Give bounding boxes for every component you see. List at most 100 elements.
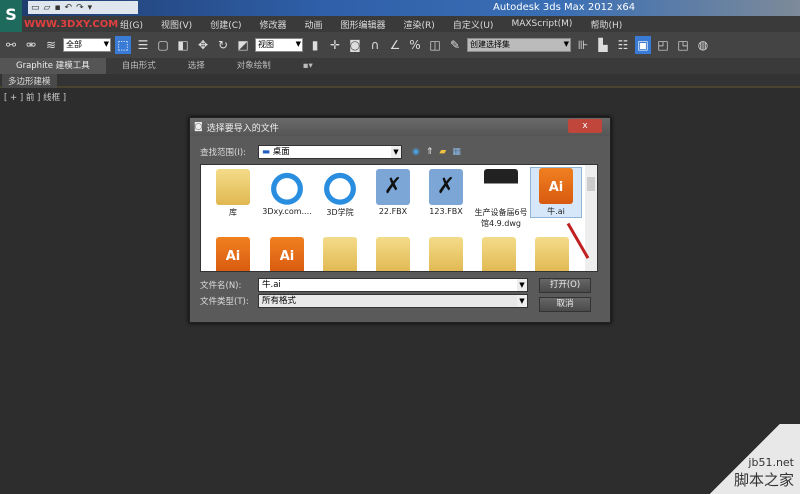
ribbon-options-icon[interactable]: ▪▾ (287, 58, 329, 74)
look-in-select[interactable]: ▬ 桌面 ▼ (258, 145, 402, 159)
save-icon[interactable]: ▪ (54, 3, 60, 13)
undo-icon[interactable]: ↶ (65, 3, 73, 13)
ai-file-icon: Ai (539, 168, 573, 204)
menu-customize[interactable]: 自定义(U) (453, 18, 494, 31)
percent-snap-icon[interactable]: % (407, 36, 423, 54)
up-folder-icon[interactable]: ⇑ (426, 147, 434, 157)
window-crossing-icon[interactable]: ◧ (175, 36, 191, 54)
filetype-value: 所有格式 (262, 296, 297, 306)
filetype-select[interactable]: 所有格式 ▼ (258, 294, 528, 308)
select-object-icon[interactable]: ⬚ (115, 36, 131, 54)
app-logo[interactable]: S (0, 0, 22, 32)
reference-coordinate-select[interactable]: 视图 (255, 38, 303, 52)
polygon-modeling-panel[interactable]: 多边形建模 (2, 74, 57, 88)
menu-create[interactable]: 创建(C) (210, 18, 241, 31)
file-item-selected[interactable]: Ai 牛.ai (530, 167, 582, 218)
fbx-file-icon: ✗ (376, 169, 410, 205)
app-icon: ◙ (194, 122, 203, 132)
file-item[interactable] (473, 237, 525, 271)
file-item[interactable] (314, 237, 366, 271)
menu-group[interactable]: 组(G) (120, 18, 143, 31)
select-by-name-icon[interactable]: ☰ (135, 36, 151, 54)
align-icon[interactable]: ▙ (595, 36, 611, 54)
spinner-snap-icon[interactable]: ◫ (427, 36, 443, 54)
new-folder-icon[interactable]: ▰ (439, 147, 446, 157)
scrollbar-thumb[interactable] (587, 177, 595, 191)
menu-modifiers[interactable]: 修改器 (260, 18, 287, 31)
named-selection-select[interactable]: 创建选择集 (467, 38, 571, 52)
graphite-toggle-icon[interactable]: ▣ (635, 36, 651, 54)
look-in-value: 桌面 (272, 147, 290, 157)
redo-icon[interactable]: ↷ (76, 3, 84, 13)
filetype-label: 文件类型(T): (200, 297, 249, 307)
folder-icon (376, 237, 410, 271)
watermark: jb51.net 脚本之家 (734, 456, 794, 490)
ribbon-tabs: Graphite 建模工具 自由形式 选择 对象绘制 ▪▾ (0, 58, 800, 74)
site-watermark: WWW.3DXY.COM (24, 18, 119, 30)
tab-selection[interactable]: 选择 (172, 58, 221, 74)
file-item[interactable] (367, 237, 419, 271)
menu-view[interactable]: 视图(V) (161, 18, 192, 31)
file-item[interactable]: Ai (261, 237, 313, 271)
layer-manager-icon[interactable]: ☷ (615, 36, 631, 54)
file-item[interactable] (526, 237, 578, 271)
edit-named-selection-icon[interactable]: ✎ (447, 36, 463, 54)
tab-graphite[interactable]: Graphite 建模工具 (0, 58, 106, 74)
mirror-icon[interactable]: ⊪ (575, 36, 591, 54)
chevron-down-icon[interactable]: ▼ (517, 279, 527, 291)
close-button[interactable]: x (568, 119, 602, 133)
file-item[interactable]: 库 (207, 169, 259, 218)
schematic-view-icon[interactable]: ◳ (675, 36, 691, 54)
angle-snap-icon[interactable]: ∠ (387, 36, 403, 54)
file-name: 库 (229, 208, 237, 217)
file-list[interactable]: 库 3Dxy.com.... 3D学院 ✗ 22.FBX ✗ 123.FBX 生产设… (200, 164, 598, 272)
filename-value: 牛.ai (262, 280, 281, 290)
unlink-icon[interactable]: ⚮ (23, 36, 39, 54)
filename-input[interactable]: 牛.ai ▼ (258, 278, 528, 292)
folder-icon (429, 237, 463, 271)
manipulate-icon[interactable]: ✛ (327, 36, 343, 54)
tab-object-paint[interactable]: 对象绘制 (221, 58, 287, 74)
bind-space-warp-icon[interactable]: ≋ (43, 36, 59, 54)
rotate-icon[interactable]: ↻ (215, 36, 231, 54)
keyboard-shortcut-icon[interactable]: ◙ (347, 36, 363, 54)
snap-toggle-icon[interactable]: ∩ (367, 36, 383, 54)
move-icon[interactable]: ✥ (195, 36, 211, 54)
chevron-down-icon[interactable]: ▼ (517, 295, 527, 307)
menu-help[interactable]: 帮助(H) (590, 18, 622, 31)
material-editor-icon[interactable]: ◍ (695, 36, 711, 54)
link-icon[interactable]: ⚯ (3, 36, 19, 54)
new-icon[interactable]: ▭ (31, 3, 40, 13)
tab-freeform[interactable]: 自由形式 (106, 58, 172, 74)
menu-graph-editors[interactable]: 图形编辑器 (341, 18, 386, 31)
file-item[interactable]: ✗ 22.FBX (367, 169, 419, 216)
file-item[interactable]: 3Dxy.com.... (261, 169, 313, 216)
file-item[interactable]: 生产设备届6号馆4.9.dwg (473, 169, 529, 229)
viewport-label[interactable]: [ + ] 前 ] 线框 ] (4, 91, 66, 103)
view-menu-icon[interactable]: ▦ (452, 147, 461, 157)
file-item[interactable]: Ai (207, 237, 259, 271)
file-item[interactable] (420, 237, 472, 271)
pivot-icon[interactable]: ▮ (307, 36, 323, 54)
selection-filter-select[interactable]: 全部 (63, 38, 111, 52)
open-icon[interactable]: ▱ (44, 3, 51, 13)
rectangle-selection-icon[interactable]: ▢ (155, 36, 171, 54)
file-item[interactable]: 3D学院 (314, 169, 366, 218)
menu-rendering[interactable]: 渲染(R) (404, 18, 435, 31)
chevron-down-icon[interactable]: ▾ (88, 3, 93, 13)
cancel-button[interactable]: 取消 (539, 297, 591, 312)
curve-editor-icon[interactable]: ◰ (655, 36, 671, 54)
dialog-title: 选择要导入的文件 (206, 123, 279, 134)
file-name: 3Dxy.com.... (262, 207, 312, 216)
scale-icon[interactable]: ◩ (235, 36, 251, 54)
chevron-down-icon[interactable]: ▼ (391, 146, 401, 158)
file-item[interactable]: ✗ 123.FBX (420, 169, 472, 216)
open-button[interactable]: 打开(O) (539, 278, 591, 293)
menu-maxscript[interactable]: MAXScript(M) (511, 19, 572, 29)
menu-animation[interactable]: 动画 (305, 18, 323, 31)
quick-access-toolbar[interactable]: ▭ ▱ ▪ ↶ ↷ ▾ (28, 1, 138, 14)
desktop-icon: ▬ (262, 147, 273, 157)
library-folder-icon (216, 169, 250, 205)
ai-file-icon: Ai (216, 237, 250, 271)
back-icon[interactable]: ◉ (412, 147, 420, 157)
